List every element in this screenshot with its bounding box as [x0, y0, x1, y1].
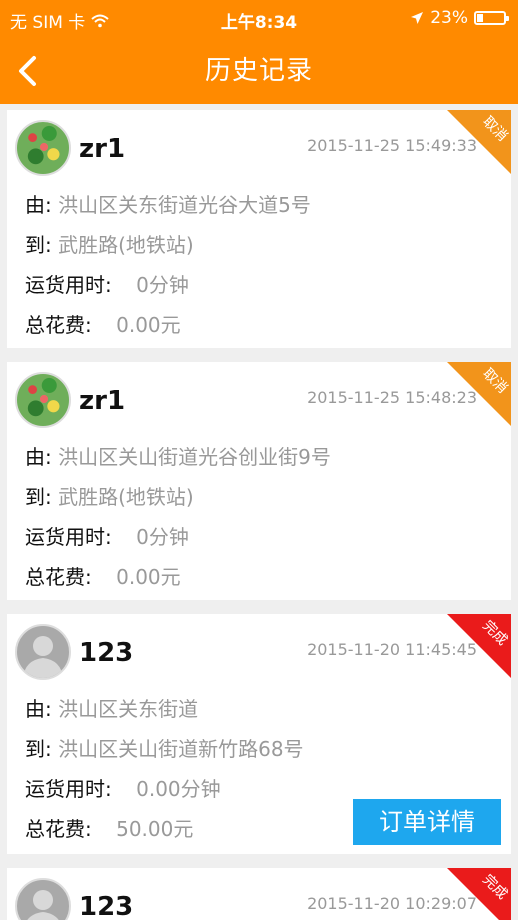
page-title: 历史记录: [204, 56, 313, 86]
cost-label: 总花费:: [25, 817, 92, 841]
navigation-bar: 历史记录: [0, 36, 518, 104]
cost-value: 0.00元: [116, 313, 181, 337]
duration-row: 运货用时: 0分钟: [25, 521, 189, 550]
username: zr1: [79, 134, 126, 164]
from-label: 由:: [25, 697, 52, 721]
cost-label: 总花费:: [25, 565, 92, 589]
order-detail-button[interactable]: 订单详情: [353, 799, 501, 845]
record-card[interactable]: zr1 2015-11-25 15:49:33 取消 由: 洪山区关东街道光谷大…: [7, 110, 511, 348]
to-value: 武胜路(地铁站): [58, 485, 194, 509]
duration-row: 运货用时: 0分钟: [25, 269, 189, 298]
cost-row: 总花费: 0.00元: [25, 561, 181, 590]
cost-value: 50.00元: [116, 817, 194, 841]
status-bar: 无 SIM 卡 上午8:34 23%: [0, 0, 518, 36]
from-value: 洪山区关东街道光谷大道5号: [58, 193, 311, 217]
to-row: 到: 武胜路(地铁站): [25, 229, 194, 258]
to-label: 到:: [25, 233, 52, 257]
from-row: 由: 洪山区关山街道光谷创业街9号: [25, 441, 331, 470]
to-label: 到:: [25, 737, 52, 761]
duration-row: 运货用时: 0.00分钟: [25, 773, 221, 802]
battery-icon: [474, 11, 509, 25]
battery-percent: 23%: [430, 8, 468, 28]
record-card[interactable]: zr1 2015-11-25 15:48:23 取消 由: 洪山区关山街道光谷创…: [7, 362, 511, 600]
cost-row: 总花费: 50.00元: [25, 813, 193, 842]
from-label: 由:: [25, 445, 52, 469]
duration-label: 运货用时:: [25, 273, 112, 297]
from-row: 由: 洪山区关东街道光谷大道5号: [25, 189, 311, 218]
from-value: 洪山区关东街道: [58, 697, 199, 721]
from-value: 洪山区关山街道光谷创业街9号: [58, 445, 331, 469]
status-ribbon: 完成: [447, 614, 511, 678]
default-avatar-icon: [23, 636, 63, 678]
username: zr1: [79, 386, 126, 416]
user-avatar: [15, 878, 71, 920]
status-ribbon: 取消: [447, 362, 511, 426]
status-ribbon: 取消: [447, 110, 511, 174]
duration-value: 0分钟: [136, 525, 189, 549]
duration-value: 0.00分钟: [136, 777, 221, 801]
top-bar: 无 SIM 卡 上午8:34 23% 历史记录: [0, 0, 518, 104]
status-ribbon: 完成: [447, 868, 511, 920]
location-arrow-icon: [411, 12, 424, 24]
cost-label: 总花费:: [25, 313, 92, 337]
username: 123: [79, 638, 134, 668]
duration-label: 运货用时:: [25, 525, 112, 549]
cost-value: 0.00元: [116, 565, 181, 589]
duration-label: 运货用时:: [25, 777, 112, 801]
duration-value: 0分钟: [136, 273, 189, 297]
to-label: 到:: [25, 485, 52, 509]
from-label: 由:: [25, 193, 52, 217]
user-avatar: [15, 120, 71, 176]
to-row: 到: 洪山区关山街道新竹路68号: [25, 733, 304, 762]
default-avatar-icon: [27, 890, 59, 920]
record-card[interactable]: 123 2015-11-20 11:45:45 完成 由: 洪山区关东街道 到:…: [7, 614, 511, 854]
to-value: 武胜路(地铁站): [58, 233, 194, 257]
record-card[interactable]: 123 2015-11-20 10:29:07 完成: [7, 868, 511, 920]
from-row: 由: 洪山区关东街道: [25, 693, 198, 722]
user-avatar: [15, 624, 71, 680]
to-value: 洪山区关山街道新竹路68号: [58, 737, 304, 761]
user-avatar: [15, 372, 71, 428]
cost-row: 总花费: 0.00元: [25, 309, 181, 338]
to-row: 到: 武胜路(地铁站): [25, 481, 194, 510]
username: 123: [79, 892, 134, 920]
